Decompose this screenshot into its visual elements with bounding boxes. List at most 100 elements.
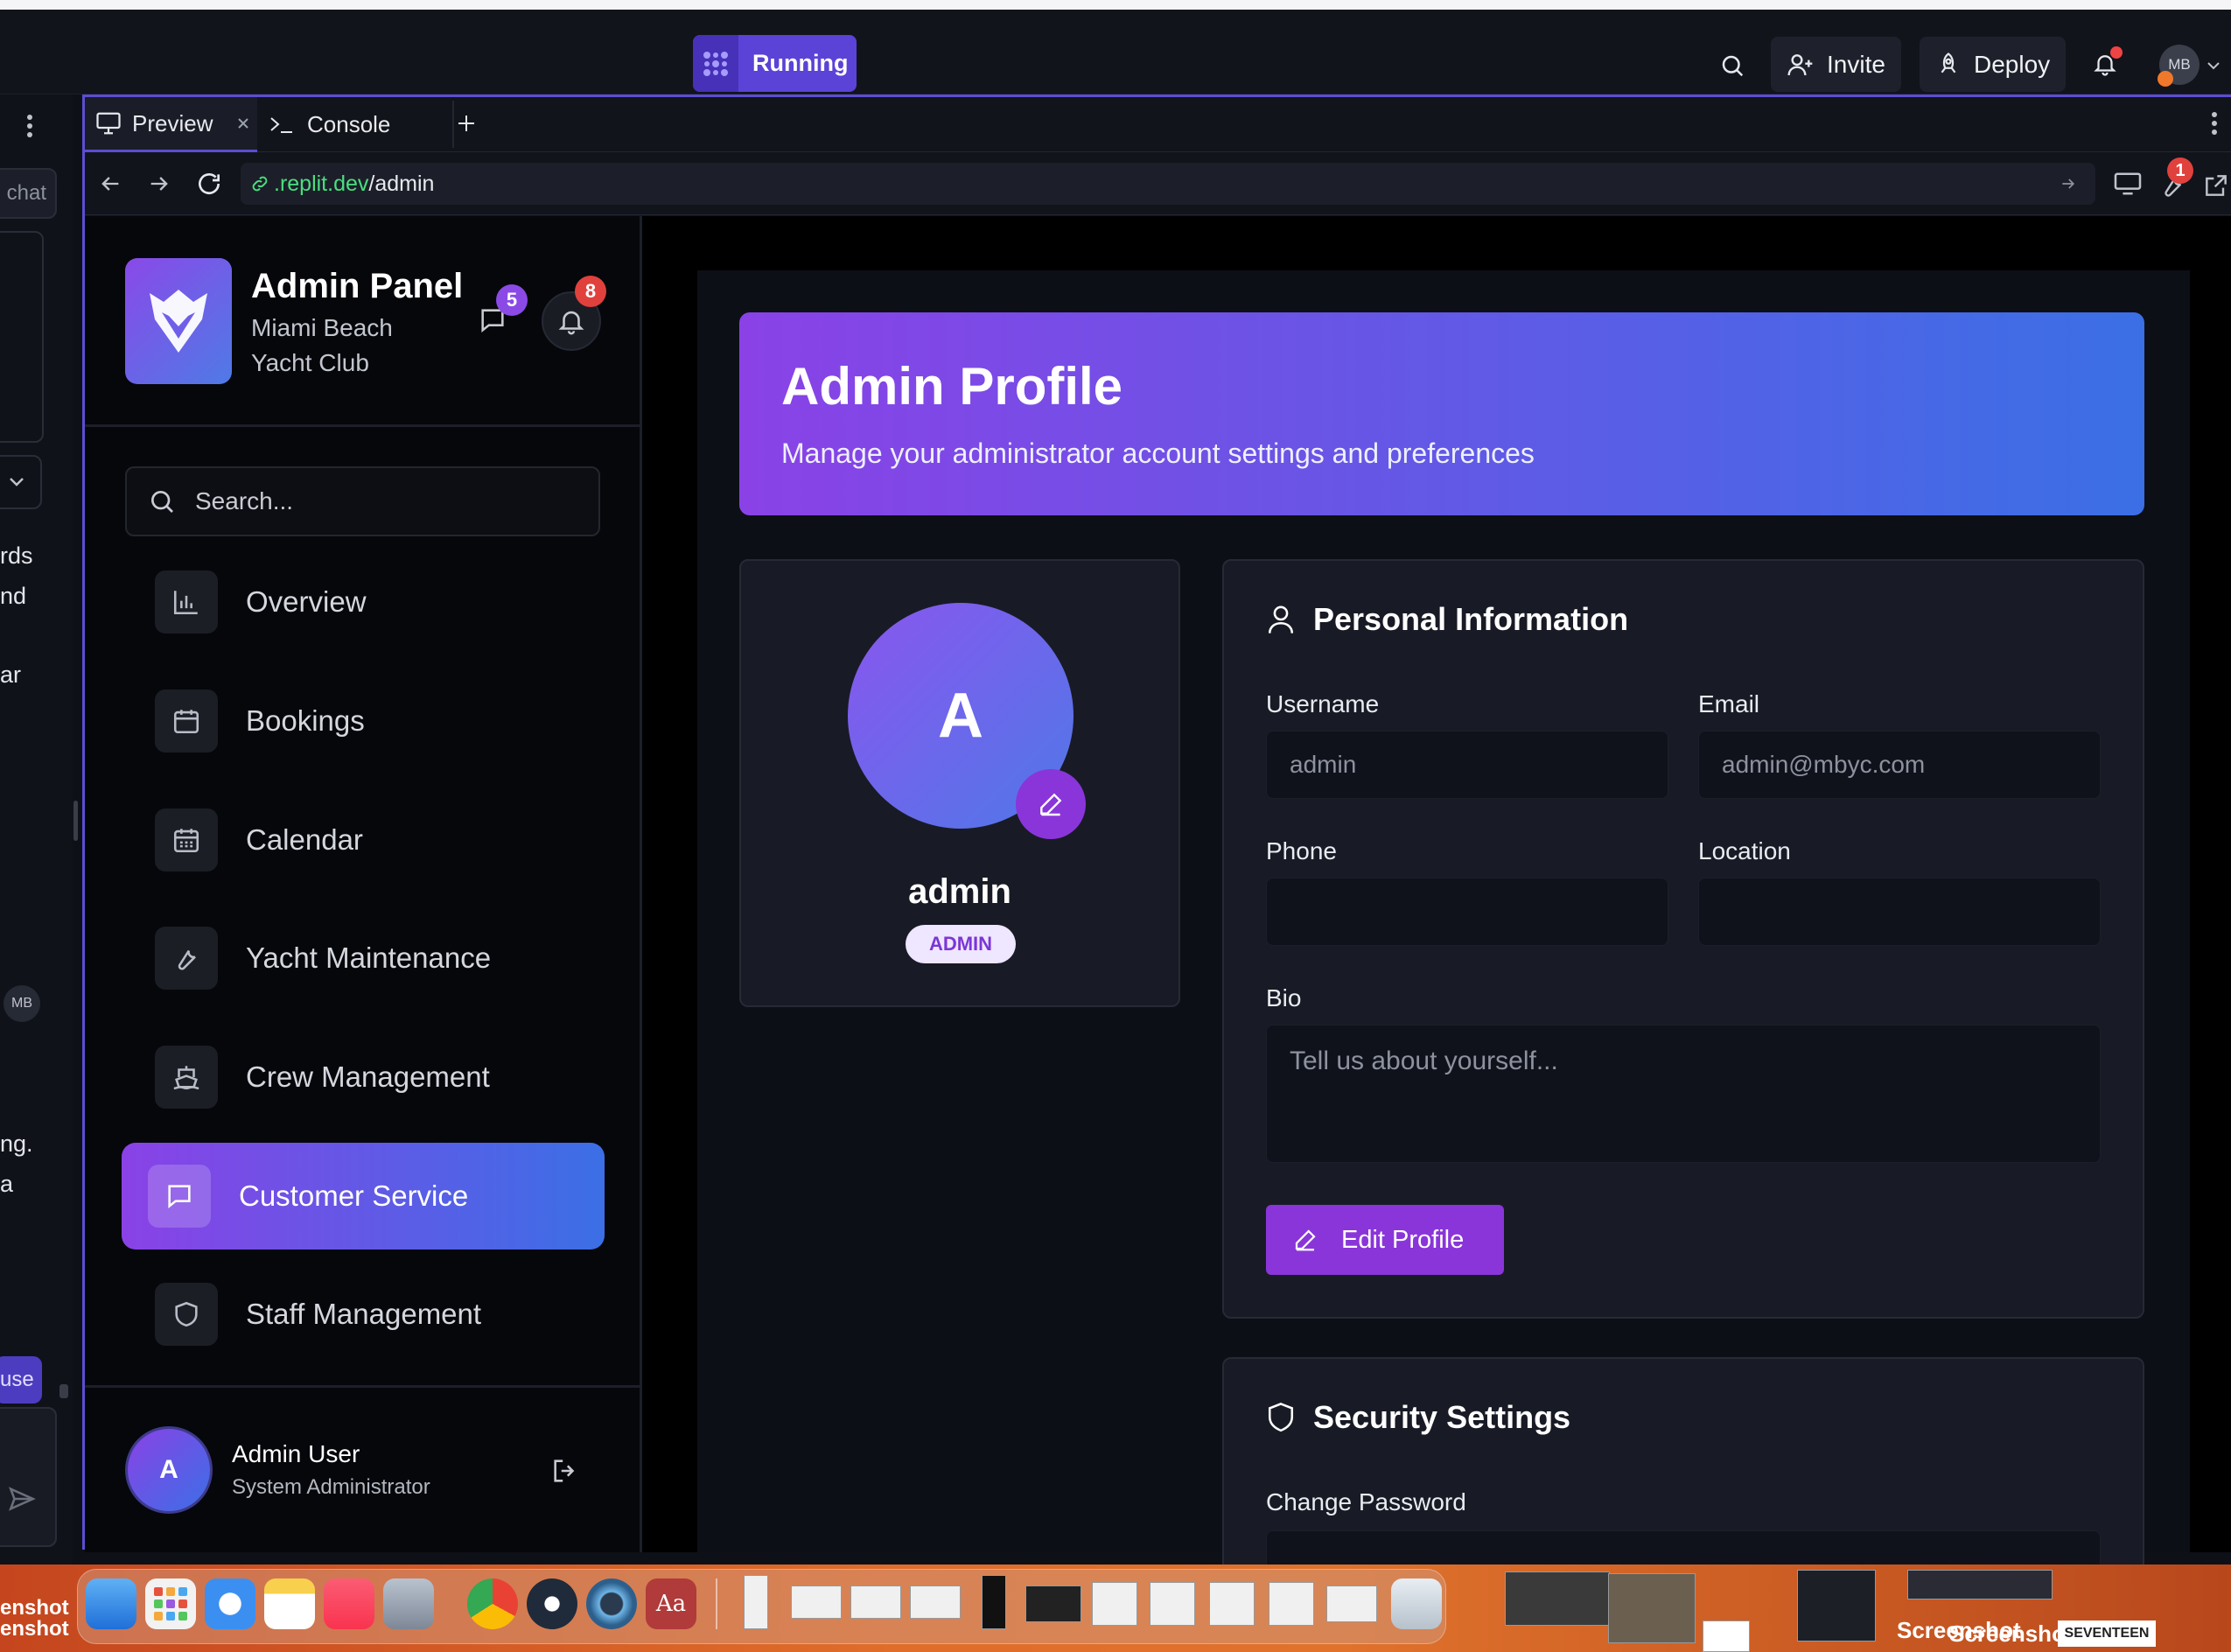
sidebar-item-label: Crew Management <box>246 1060 490 1093</box>
invite-label: Invite <box>1827 50 1885 78</box>
sidebar-item-customer-service[interactable]: Customer Service <box>122 1143 605 1250</box>
use-button[interactable]: use <box>0 1356 42 1404</box>
trash-icon[interactable] <box>1391 1578 1442 1629</box>
edit-avatar-button[interactable] <box>1016 769 1086 839</box>
forward-icon[interactable] <box>146 172 172 196</box>
edit-profile-button[interactable]: Edit Profile <box>1266 1205 1504 1275</box>
url-input[interactable]: .replit.dev/admin <box>241 163 2095 205</box>
status-badge <box>2158 71 2173 87</box>
document-thumbnail[interactable] <box>744 1575 768 1629</box>
desktop-file-label: enshot enshot <box>0 1598 69 1640</box>
sidebar-item-yacht-maintenance[interactable]: Yacht Maintenance <box>155 910 627 1006</box>
more-vertical-icon[interactable] <box>2211 111 2221 139</box>
tab-preview[interactable]: Preview <box>85 97 257 152</box>
quicktime-icon[interactable] <box>586 1578 637 1629</box>
document-thumbnail[interactable] <box>791 1586 842 1619</box>
music-icon[interactable] <box>324 1578 374 1629</box>
preview-app-icon[interactable] <box>383 1578 434 1629</box>
open-external-icon[interactable] <box>2202 172 2230 200</box>
document-thumbnail[interactable] <box>1150 1582 1195 1626</box>
search-icon[interactable] <box>1715 48 1750 83</box>
sidebar-item-crew-management[interactable]: Crew Management <box>155 1029 627 1125</box>
compass-icon[interactable] <box>527 1578 577 1629</box>
desktop-thumbnail[interactable] <box>1797 1570 1876 1642</box>
sidebar-item-overview[interactable]: Overview <box>155 554 627 650</box>
search-box[interactable]: Search... <box>125 466 600 536</box>
reload-icon[interactable] <box>195 170 223 198</box>
sidebar-item-label: Bookings <box>246 704 365 737</box>
security-card: Security Settings Change Password <box>1222 1357 2144 1599</box>
app-viewport: Admin Panel Miami Beach Yacht Club 5 8 S… <box>85 216 2231 1599</box>
go-icon[interactable] <box>2059 175 2078 192</box>
launchpad-icon[interactable] <box>145 1578 196 1629</box>
send-icon[interactable] <box>7 1484 42 1519</box>
back-icon[interactable] <box>97 172 123 196</box>
deploy-button[interactable]: Deploy <box>1920 37 2067 92</box>
desktop-thumbnail[interactable] <box>1505 1572 1610 1626</box>
chat-dropdown[interactable] <box>0 455 42 509</box>
invite-button[interactable]: Invite <box>1771 37 1901 92</box>
role-badge-label: ADMIN <box>928 933 993 955</box>
document-thumbnail[interactable] <box>1209 1582 1255 1626</box>
run-label: Running <box>752 50 849 76</box>
messages-badge: 5 <box>496 284 528 316</box>
close-icon[interactable] <box>237 117 249 130</box>
bell-icon <box>558 311 584 335</box>
phone-field[interactable] <box>1266 878 1668 946</box>
chat-text: ar <box>0 662 22 688</box>
run-button[interactable]: Running <box>693 35 857 92</box>
main-content: Admin Profile Manage your administrator … <box>697 270 2190 1599</box>
document-thumbnail[interactable] <box>1092 1582 1137 1626</box>
edit-profile-label: Edit Profile <box>1341 1225 1465 1254</box>
profile-card: A admin ADMIN <box>739 559 1180 1007</box>
search-icon <box>151 491 173 513</box>
sidebar-item-bookings[interactable]: Bookings <box>155 673 627 769</box>
chat-panel: chat rds nd ar MB ng. a use <box>0 94 73 1564</box>
divider <box>85 424 640 427</box>
run-icon <box>693 35 738 92</box>
page-subtitle: Manage your administrator account settin… <box>781 438 1535 469</box>
document-thumbnail[interactable] <box>1269 1582 1314 1626</box>
document-thumbnail[interactable] <box>850 1586 901 1619</box>
resize-handle[interactable] <box>73 801 78 841</box>
document-thumbnail[interactable] <box>1025 1586 1081 1622</box>
link-icon <box>252 176 268 192</box>
dictionary-icon[interactable]: Aa <box>646 1578 696 1629</box>
desktop-file-name: enshot <box>0 1596 69 1620</box>
more-vertical-icon[interactable] <box>26 114 44 140</box>
chrome-icon[interactable] <box>467 1578 518 1629</box>
screen: Running Invite Deploy MB chat rds nd ar … <box>0 0 2231 1652</box>
wrench-icon <box>155 927 218 990</box>
safari-icon[interactable] <box>205 1578 255 1629</box>
device-icon[interactable] <box>2113 172 2143 196</box>
finder-icon[interactable] <box>86 1578 136 1629</box>
notes-icon[interactable] <box>264 1578 315 1629</box>
chat-card <box>0 231 44 443</box>
scrollbar-thumb[interactable] <box>59 1384 68 1398</box>
email-field[interactable]: admin@mbyc.com <box>1698 731 2101 799</box>
chat-input[interactable] <box>0 1407 57 1547</box>
profile-name: admin <box>908 872 1011 911</box>
sidebar-item-staff-management[interactable]: Staff Management <box>155 1266 627 1362</box>
url-domain: .replit.dev <box>274 171 369 196</box>
logout-icon[interactable] <box>550 1456 580 1486</box>
use-label: use <box>0 1368 34 1391</box>
phone-label: Phone <box>1266 837 1337 864</box>
desktop-thumbnail[interactable] <box>1608 1573 1696 1643</box>
document-thumbnail[interactable] <box>1326 1586 1377 1622</box>
username-field[interactable]: admin <box>1266 731 1668 799</box>
desktop-file-name: enshot <box>0 1617 69 1641</box>
document-thumbnail[interactable] <box>982 1575 1006 1629</box>
bell-icon[interactable] <box>2088 45 2123 83</box>
location-field[interactable] <box>1698 878 2101 946</box>
add-tab-icon[interactable] <box>456 113 482 139</box>
chevron-down-icon[interactable] <box>2205 57 2222 74</box>
desktop-thumbnail[interactable]: SEVENTEEN <box>2058 1620 2156 1647</box>
new-chat-button[interactable]: chat <box>0 168 57 219</box>
document-thumbnail[interactable] <box>910 1586 961 1619</box>
desktop-thumbnail[interactable] <box>1907 1570 2053 1600</box>
desktop-thumbnail[interactable] <box>1703 1620 1750 1652</box>
sidebar-item-calendar[interactable]: Calendar <box>155 792 627 888</box>
bio-textarea[interactable]: Tell us about yourself... <box>1266 1025 2101 1163</box>
chevron-down-icon <box>10 478 24 486</box>
